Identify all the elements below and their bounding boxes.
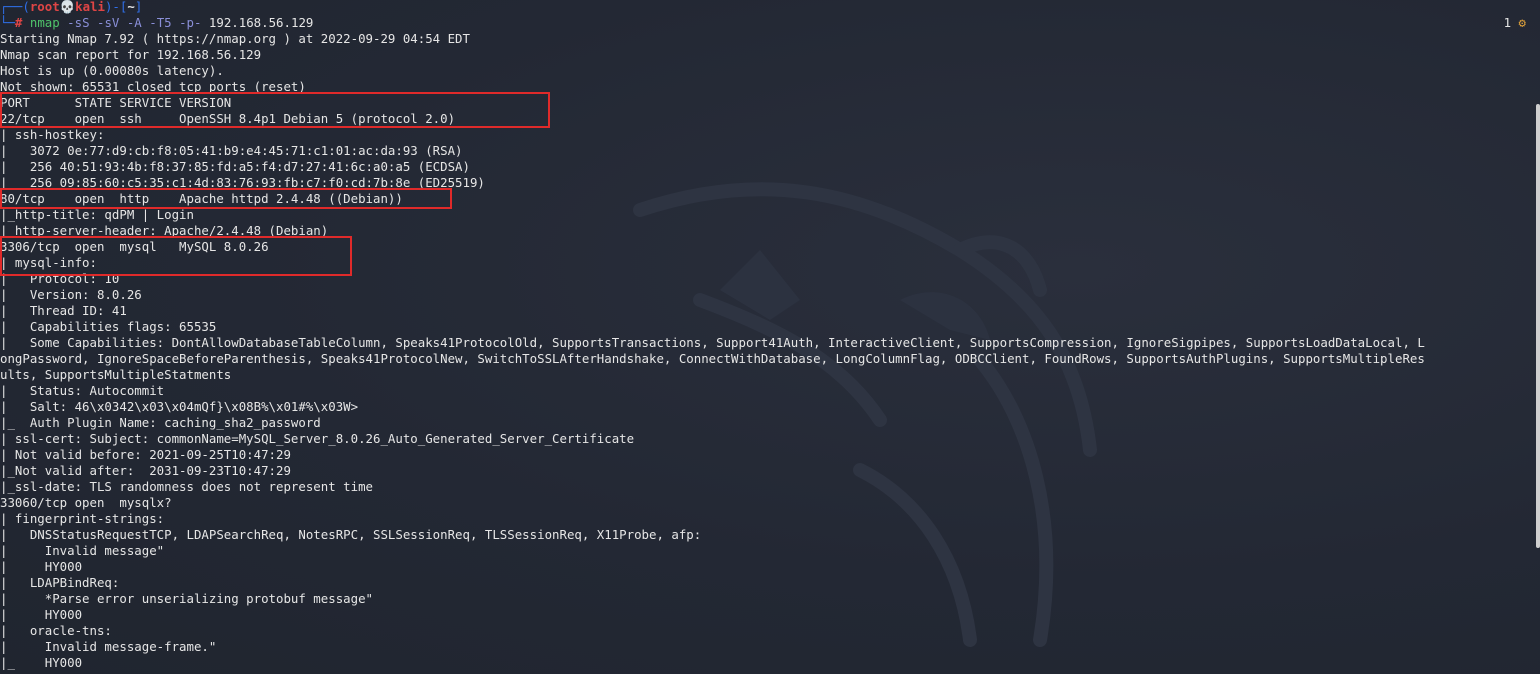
terminal-window[interactable]: ┌──(root💀kali)-[~] └─# nmap -sS -sV -A -…: [0, 0, 1540, 674]
output-line: | fingerprint-strings:: [0, 511, 172, 526]
output-line: | LDAPBindReq:: [0, 575, 127, 590]
output-line: | oracle-tns:: [0, 623, 120, 638]
output-line: | HY000: [0, 559, 83, 574]
prompt-frame-end: ]: [134, 0, 143, 14]
prompt-header-line: ┌──(root💀kali)-[~]: [0, 0, 1530, 15]
output-line: |_ssl-date: TLS randomness does not repr…: [0, 479, 373, 494]
output-line: | Invalid message-frame.": [0, 639, 217, 654]
output-line: | Capabilities flags: 65535: [0, 319, 217, 334]
output-line: | Invalid message": [0, 543, 165, 558]
prompt-frame-bottom: └─: [0, 15, 15, 30]
scrollbar[interactable]: [1536, 104, 1540, 548]
output-line: | Salt: 46\x0342\x03\x04mQf}\x08B%\x01#%…: [0, 399, 359, 414]
output-line: |_Not valid after: 2031-09-23T10:47:29: [0, 463, 291, 478]
output-line: | Version: 8.0.26: [0, 287, 142, 302]
output-line: |_ Auth Plugin Name: caching_sha2_passwo…: [0, 415, 321, 430]
skull-icon: 💀: [59, 0, 76, 14]
prompt-frame: ┌──(: [0, 0, 30, 14]
prompt-dir: ~: [127, 0, 135, 14]
prompt-hash: #: [14, 15, 23, 30]
output-line: Starting Nmap 7.92 ( https://nmap.org ) …: [0, 31, 470, 46]
output-line: | *Parse error unserializing protobuf me…: [0, 591, 373, 606]
gear-icon: ⚙: [1518, 15, 1526, 30]
prompt-host: kali: [75, 0, 105, 14]
output-line: | 3072 0e:77:d9:cb:f8:05:41:b9:e4:45:71:…: [0, 143, 463, 158]
command-name: nmap: [29, 15, 60, 30]
output-line: | Not valid before: 2021-09-25T10:47:29: [0, 447, 291, 462]
output-line: Host is up (0.00080s latency).: [0, 63, 224, 78]
status-right: 1 ⚙: [1504, 15, 1526, 31]
highlight-box-mysql: [0, 236, 352, 276]
output-line: | 256 40:51:93:4b:f8:37:85:fd:a5:f4:d7:2…: [0, 159, 470, 174]
output-line: | Status: Autocommit: [0, 383, 165, 398]
highlight-box-http: [0, 188, 452, 209]
output-line: | Some Capabilities: DontAllowDatabaseTa…: [0, 335, 1425, 350]
output-line: | Thread ID: 41: [0, 303, 127, 318]
output-line: |_http-title: qdPM | Login: [0, 207, 194, 222]
job-count: 1: [1503, 15, 1512, 30]
output-line: |_ HY000: [0, 655, 83, 670]
output-line: Nmap scan report for 192.168.56.129: [0, 47, 262, 62]
prompt-frame-mid: )-[: [104, 0, 128, 14]
command-target: 192.168.56.129: [208, 15, 314, 30]
output-line: | HY000: [0, 607, 83, 622]
output-line: ults, SupportsMultipleStatments: [0, 367, 232, 382]
highlight-box-ssh: [0, 92, 550, 128]
prompt-user: root: [29, 0, 60, 14]
output-line: 33060/tcp open mysqlx?: [0, 495, 172, 510]
output-line: | DNSStatusRequestTCP, LDAPSearchReq, No…: [0, 527, 709, 542]
output-line: | ssh-hostkey:: [0, 127, 112, 142]
command-line[interactable]: └─# nmap -sS -sV -A -T5 -p- 192.168.56.1…: [0, 15, 1530, 31]
output-line: ongPassword, IgnoreSpaceBeforeParenthesi…: [0, 351, 1425, 366]
command-flags: -sS -sV -A -T5 -p-: [67, 15, 202, 30]
output-line: | ssl-cert: Subject: commonName=MySQL_Se…: [0, 431, 635, 446]
